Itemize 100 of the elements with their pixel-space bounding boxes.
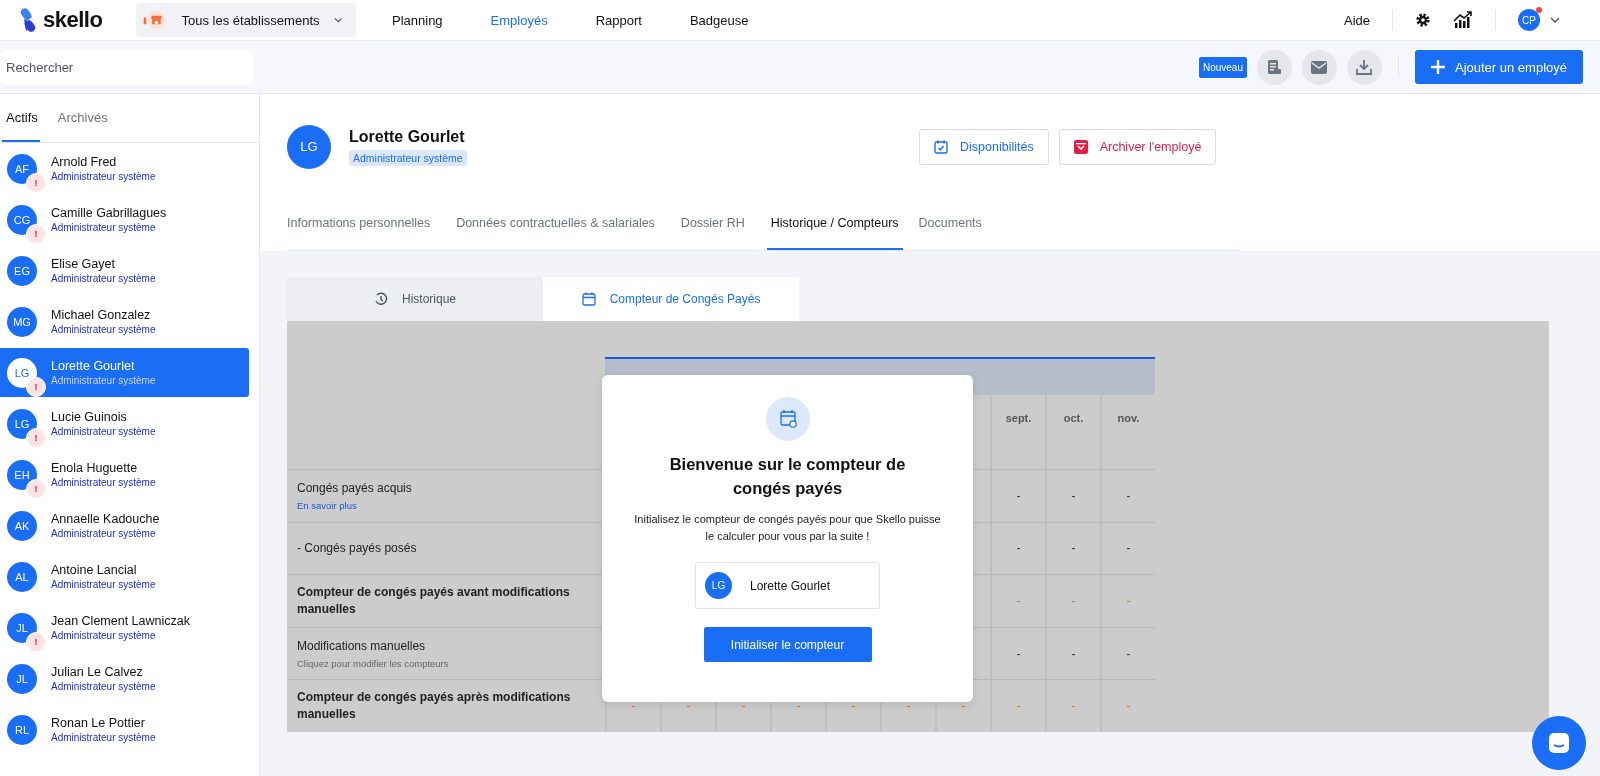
table-cell: - bbox=[1126, 646, 1131, 661]
download-button[interactable] bbox=[1347, 49, 1382, 85]
employee-item[interactable]: AF ! Arnold Fred Administrateur système bbox=[0, 144, 249, 193]
logo-text: skello bbox=[43, 7, 103, 33]
sidebar-tab[interactable]: Actifs bbox=[2, 94, 40, 142]
chevron-down-icon[interactable] bbox=[1550, 17, 1560, 23]
table-cell: - bbox=[1016, 646, 1021, 661]
month-header: nov. bbox=[1117, 412, 1140, 424]
nav-link[interactable]: Rapport bbox=[595, 12, 642, 28]
alert-badge: ! bbox=[26, 376, 46, 397]
employee-item[interactable]: MG Michael Gonzalez Administrateur système bbox=[0, 297, 249, 346]
archive-icon bbox=[1073, 139, 1088, 154]
archive-button[interactable]: Archiver l'employé bbox=[1058, 128, 1217, 165]
profile-tab[interactable]: Données contractuelles & salariales bbox=[456, 216, 655, 250]
employee-role: Administrateur système bbox=[51, 579, 156, 590]
dialog-text: Initialisez le compteur de congés payés pour que Skello puisse le calculer pour vous par la suite ! bbox=[633, 511, 942, 545]
sidebar-tab[interactable]: Archivés bbox=[51, 94, 114, 142]
document-button[interactable] bbox=[1257, 49, 1292, 85]
table-cell: - bbox=[1016, 699, 1021, 714]
table-cell: - bbox=[1016, 541, 1021, 556]
nav-link[interactable]: Badgeuse bbox=[689, 12, 749, 28]
mail-icon bbox=[1311, 60, 1328, 74]
employee-avatar: LG bbox=[287, 124, 331, 169]
shop-icon bbox=[142, 8, 168, 32]
employee-role: Administrateur système bbox=[51, 426, 156, 437]
row-label: - Congés payés posés bbox=[297, 539, 418, 557]
nav-link[interactable]: Employés bbox=[490, 12, 548, 28]
profile-tab[interactable]: Informations personnelles bbox=[287, 216, 431, 250]
subtab[interactable]: Compteur de Congés Payés bbox=[543, 277, 799, 321]
history-icon bbox=[374, 292, 388, 306]
month-header: oct. bbox=[1063, 412, 1084, 424]
employee-item[interactable]: EG Elise Gayet Administrateur système bbox=[0, 246, 249, 295]
mail-button[interactable] bbox=[1302, 49, 1337, 85]
subtab[interactable]: Historique bbox=[287, 277, 543, 321]
employee-item[interactable]: EH ! Enola Huguette Administrateur système bbox=[0, 450, 249, 499]
alert-badge: ! bbox=[26, 478, 46, 499]
employee-name: Jean Clement Lawniczak bbox=[51, 614, 190, 628]
employee-avatar: AK bbox=[7, 510, 37, 541]
logo-icon bbox=[18, 7, 38, 33]
table-cell: - bbox=[1126, 594, 1131, 608]
search-field[interactable]: Rechercher bbox=[0, 49, 254, 85]
employee-name: Camille Gabrillagues bbox=[51, 206, 167, 220]
employee-item[interactable]: JL ! Jean Clement Lawniczak Administrateur système bbox=[0, 603, 249, 652]
employee-item[interactable]: RL Ronan Le Pottier Administrateur système bbox=[0, 705, 249, 754]
alert-badge: ! bbox=[26, 631, 46, 652]
employee-role: Administrateur système bbox=[51, 375, 156, 386]
role-tag: Administrateur système bbox=[349, 149, 467, 166]
settings-icon[interactable] bbox=[1415, 12, 1431, 28]
employee-name: Elise Gayet bbox=[51, 257, 116, 271]
employee-avatar: MG bbox=[7, 306, 37, 337]
calendar-check-icon bbox=[934, 139, 948, 154]
employee-item[interactable]: CG ! Camille Gabrillagues Administrateur système bbox=[0, 195, 249, 244]
employee-role: Administrateur système bbox=[51, 171, 156, 182]
employee-name: Antoine Lancial bbox=[51, 563, 138, 577]
initialize-button[interactable]: Initialiser le compteur bbox=[703, 627, 872, 663]
employee-name: Lorette Gourlet bbox=[51, 359, 136, 373]
table-cell: - bbox=[1126, 541, 1131, 556]
employee-name: Enola Huguette bbox=[51, 461, 139, 475]
new-badge: Nouveau bbox=[1198, 56, 1247, 78]
table-cell: - bbox=[631, 699, 636, 714]
employee-item[interactable]: LG ! Lucie Guinois Administrateur système bbox=[0, 399, 249, 448]
employee-avatar: RL bbox=[7, 714, 37, 745]
employee-name: Lucie Guinois bbox=[51, 410, 128, 424]
add-employee-button[interactable]: Ajouter un employé bbox=[1415, 50, 1583, 84]
employee-name: Arnold Fred bbox=[51, 155, 118, 169]
location-select[interactable]: Tous les établissements bbox=[136, 3, 356, 37]
employee-name: Ronan Le Pottier bbox=[51, 716, 146, 730]
availability-button[interactable]: Disponibilités bbox=[919, 128, 1049, 165]
employee-item[interactable]: AK Annaelle Kadouche Administrateur système bbox=[0, 501, 249, 550]
table-cell: - bbox=[1016, 594, 1021, 608]
table-cell: - bbox=[1071, 646, 1076, 661]
row-label: Congés payés acquis bbox=[297, 480, 413, 498]
employee-role: Administrateur système bbox=[51, 324, 156, 335]
employee-avatar: LG bbox=[705, 572, 732, 600]
document-icon bbox=[1266, 59, 1283, 75]
nav-link[interactable]: Planning bbox=[392, 12, 443, 28]
employee-item[interactable]: JL Julian Le Calvez Administrateur système bbox=[0, 654, 249, 703]
table-cell: - bbox=[1126, 699, 1131, 714]
table-cell: - bbox=[741, 699, 746, 714]
user-avatar[interactable]: CP bbox=[1518, 9, 1540, 31]
employee-role: Administrateur système bbox=[51, 681, 156, 692]
chevron-down-icon bbox=[333, 17, 342, 23]
employee-avatar: JL bbox=[7, 663, 37, 694]
profile-tab[interactable]: Documents bbox=[918, 216, 982, 250]
employee-role: Administrateur système bbox=[51, 528, 157, 539]
employee-name: Michael Gonzalez bbox=[51, 308, 152, 322]
profile-tab[interactable]: Dossier RH bbox=[680, 216, 745, 250]
row-label: Modifications manuelles bbox=[297, 637, 427, 655]
chat-icon bbox=[1547, 731, 1571, 755]
chart-icon[interactable] bbox=[1453, 11, 1473, 29]
dialog-title: Bienvenue sur le compteur de congés payés bbox=[668, 454, 907, 499]
help-link[interactable]: Aide bbox=[1343, 12, 1370, 28]
employee-item[interactable]: LG ! Lorette Gourlet Administrateur système bbox=[0, 348, 249, 397]
download-icon bbox=[1356, 59, 1373, 75]
table-cell: - bbox=[1071, 541, 1076, 556]
employee-role: Administrateur système bbox=[51, 477, 156, 488]
alert-badge: ! bbox=[26, 223, 46, 244]
learn-more-link[interactable]: En savoir plus bbox=[297, 500, 357, 512]
employee-role: Administrateur système bbox=[51, 630, 157, 641]
employee-item[interactable]: AL Antoine Lancial Administrateur système bbox=[0, 552, 249, 601]
